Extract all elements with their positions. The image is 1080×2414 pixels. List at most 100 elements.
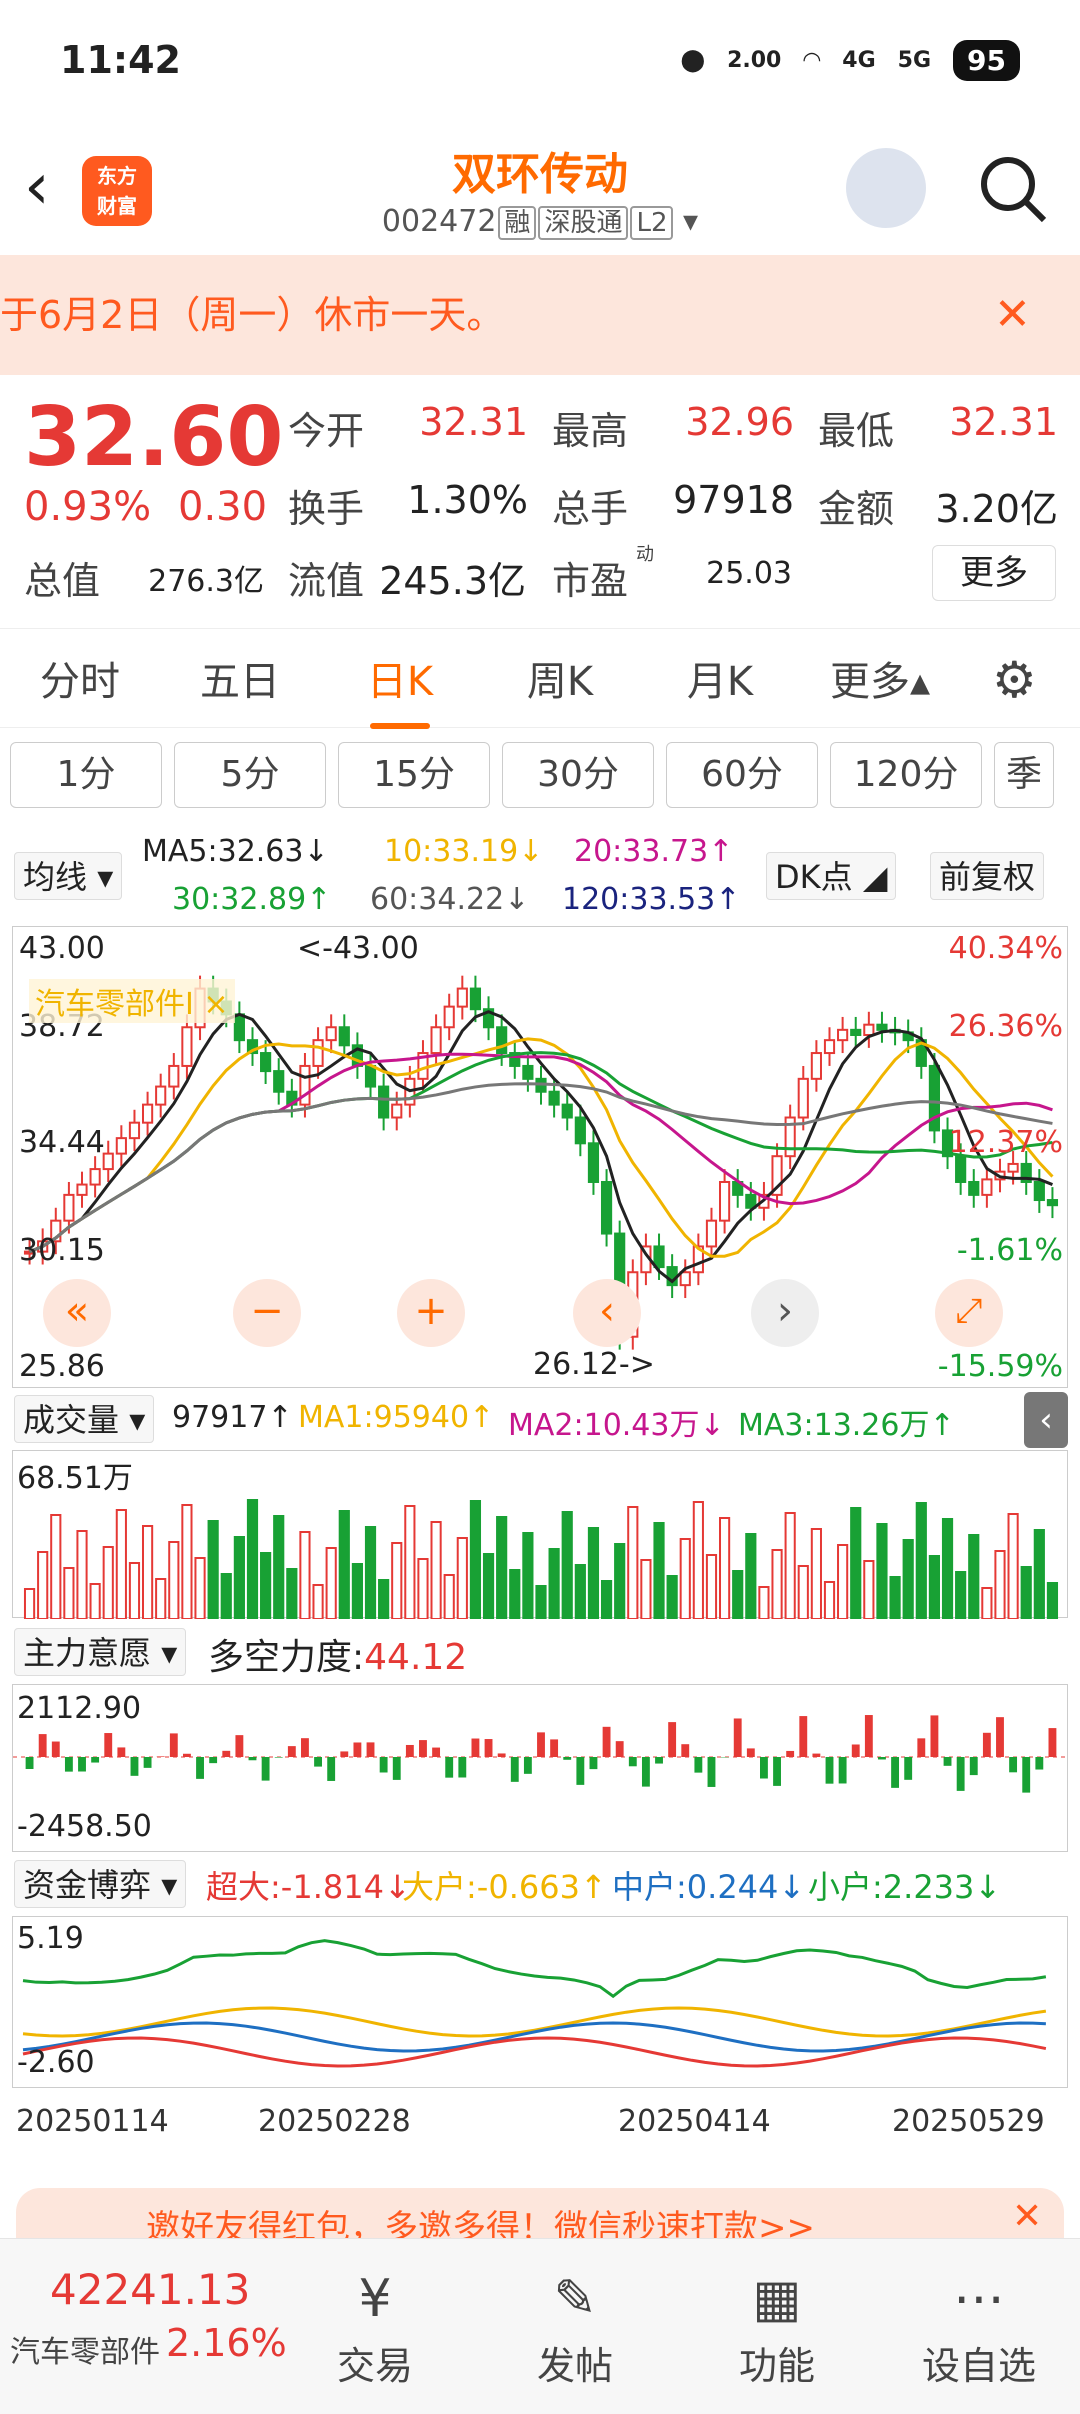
volume-bar <box>627 1506 639 1620</box>
volume-bar <box>141 1525 154 1620</box>
collapse-panel-icon[interactable]: ‹ <box>1024 1392 1068 1448</box>
date-tick-4: 20250529 <box>892 2104 1045 2139</box>
candle <box>102 1152 114 1171</box>
adjust-button[interactable]: 前复权 <box>930 852 1045 900</box>
period-120m[interactable]: 120分 <box>830 742 982 808</box>
volume-bar <box>63 1567 75 1620</box>
volume-current: 97917↑ <box>172 1400 293 1435</box>
dk-point-button[interactable]: DK点 ◢ <box>766 852 897 900</box>
index-name[interactable]: 汽车零部件 <box>10 2327 160 2371</box>
rewind-icon[interactable]: « <box>43 1279 111 1347</box>
tab-daily-k[interactable]: 日K <box>320 649 480 729</box>
tab-weekly-k[interactable]: 周K <box>480 649 640 707</box>
index-pct[interactable]: 2.16% <box>166 2321 287 2365</box>
volume-bar <box>115 1509 127 1620</box>
wifi-icon: ◠ <box>803 47 821 73</box>
amount-value: 3.20亿 <box>935 487 1058 531</box>
candle <box>443 1005 455 1029</box>
volume-bar <box>968 1534 980 1620</box>
tab-more[interactable]: 更多▴ <box>800 649 960 707</box>
zoom-in-icon[interactable]: + <box>397 1279 465 1347</box>
gear-icon[interactable]: ⚙ <box>992 651 1037 709</box>
promo-banner[interactable]: 邀好友得红包，多邀多得！微信秒速打款>> ✕ <box>16 2188 1064 2238</box>
force-bar <box>523 1757 532 1774</box>
force-bar <box>576 1757 585 1785</box>
ma5-value: MA5:32.63↓ <box>142 834 329 869</box>
sector-overlay-tag[interactable]: 汽车零部件Ⅰ × <box>29 979 235 1023</box>
candle <box>1033 1180 1045 1202</box>
force-bar <box>1009 1757 1018 1773</box>
volume-bar <box>745 1533 757 1620</box>
force-bar <box>668 1722 677 1757</box>
force-bar <box>445 1757 454 1778</box>
force-bar <box>1022 1757 1031 1793</box>
force-bar <box>773 1757 781 1786</box>
force-bar <box>615 1741 624 1757</box>
candle <box>338 1026 350 1047</box>
zoom-out-icon[interactable]: − <box>233 1279 301 1347</box>
tab-five-day[interactable]: 五日 <box>160 649 320 707</box>
volume-bar <box>902 1539 914 1620</box>
force-bar <box>327 1757 336 1781</box>
more-button[interactable]: 更多 <box>932 545 1056 601</box>
candle <box>653 1245 665 1269</box>
candle <box>837 1028 849 1042</box>
volume-bar <box>391 1542 403 1620</box>
candle <box>273 1070 285 1093</box>
signal-5g: 5G <box>897 47 932 73</box>
tab-intraday[interactable]: 分时 <box>0 649 160 707</box>
force-bar <box>484 1739 493 1757</box>
volume-bar <box>653 1522 665 1620</box>
force-min-label: -2458.50 <box>17 1809 152 1844</box>
volume-bar <box>23 1588 36 1620</box>
candle <box>391 1103 403 1119</box>
candle <box>364 1064 377 1088</box>
volume-ma3: MA3:13.26万↑ <box>738 1408 955 1443</box>
last-price: 32.60 <box>24 390 284 485</box>
promo-close-icon[interactable]: ✕ <box>1012 2196 1042 2237</box>
pe-label: 市盈 <box>552 559 629 603</box>
period-60m[interactable]: 60分 <box>666 742 818 808</box>
volume-bar <box>273 1515 285 1620</box>
fullscreen-icon[interactable]: ⤢ <box>935 1279 1003 1347</box>
force-bar <box>38 1734 47 1757</box>
period-30m[interactable]: 30分 <box>502 742 654 808</box>
high-label: 最高 <box>552 409 629 453</box>
force-bar <box>799 1716 808 1757</box>
period-5m[interactable]: 5分 <box>174 742 326 808</box>
signal-4g: 4G <box>842 47 876 73</box>
index-value[interactable]: 42241.13 <box>50 2265 250 2314</box>
search-icon[interactable] <box>978 154 1048 224</box>
prev-icon[interactable]: ‹ <box>573 1279 641 1347</box>
volume-bar <box>76 1530 88 1620</box>
volume-bar <box>50 1514 62 1620</box>
tab-monthly-k[interactable]: 月K <box>640 649 800 707</box>
nav-functions[interactable]: ▦ 功能 <box>692 2269 862 2390</box>
pct-tick-1: 40.34% <box>948 931 1063 966</box>
force-bar <box>209 1757 218 1764</box>
force-bar <box>864 1715 873 1757</box>
ma60-value: 60:34.22↓ <box>370 882 530 917</box>
volume-bar <box>692 1501 704 1620</box>
close-icon[interactable]: ✕ <box>994 255 1031 375</box>
nav-trade[interactable]: ¥ 交易 <box>290 2269 460 2390</box>
float-label: 流值 <box>288 559 365 603</box>
main-force-menu[interactable]: 主力意愿 ▾ <box>14 1628 187 1676</box>
volume-bar <box>482 1553 495 1620</box>
robot-avatar-icon[interactable] <box>846 148 926 228</box>
force-bar <box>248 1757 257 1761</box>
open-label: 今开 <box>288 409 365 453</box>
fund-game-menu[interactable]: 资金博弈 ▾ <box>14 1860 187 1908</box>
period-1m[interactable]: 1分 <box>10 742 162 808</box>
period-quarter[interactable]: 季 <box>994 742 1054 808</box>
kline-chart[interactable]: 43.00 38.72 34.44 30.15 25.86 40.34% 26.… <box>12 926 1068 1388</box>
nav-add-watch[interactable]: ⋯ 设自选 <box>894 2269 1064 2390</box>
nav-post[interactable]: ✎ 发帖 <box>490 2269 660 2390</box>
ma-menu[interactable]: 均线 ▾ <box>14 852 123 900</box>
pct-tick-2: 26.36% <box>948 1009 1063 1044</box>
next-icon[interactable]: › <box>751 1279 819 1347</box>
large-value: 大户:-0.663↑ <box>402 1868 607 1906</box>
volume-menu[interactable]: 成交量 ▾ <box>14 1395 155 1443</box>
float-value: 245.3亿 <box>379 559 526 603</box>
period-15m[interactable]: 15分 <box>338 742 490 808</box>
